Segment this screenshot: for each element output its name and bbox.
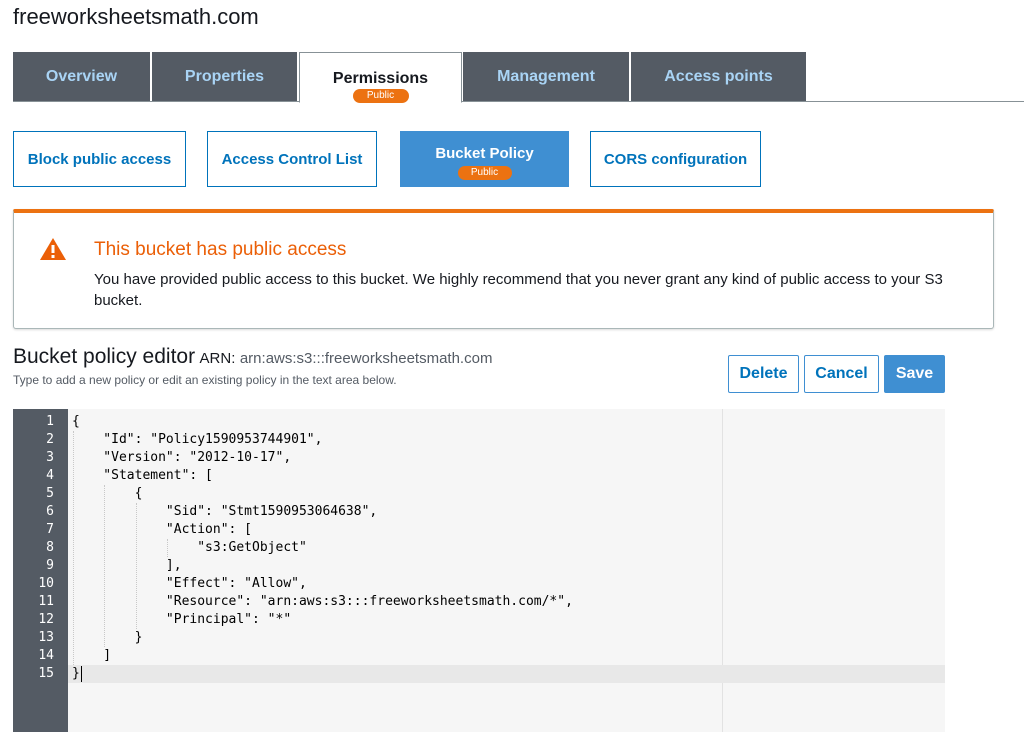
line-number: 9 — [46, 558, 54, 573]
line-number: 10 — [38, 576, 54, 591]
subtab-bucket-policy[interactable]: Bucket Policy Public — [400, 131, 569, 187]
code-line: "Effect": "Allow", — [72, 576, 307, 591]
code-line: "Id": "Policy1590953744901", — [72, 432, 323, 447]
bucket-title: freeworksheetsmath.com — [13, 4, 259, 29]
code-line: "Version": "2012-10-17", — [72, 450, 292, 465]
line-number: 14 — [38, 648, 54, 663]
line-number: 11 — [38, 594, 54, 609]
line-number: 12 — [38, 612, 54, 627]
tab-properties[interactable]: Properties — [152, 52, 297, 101]
subtab-label: CORS configuration — [603, 151, 748, 168]
tab-label: Overview — [45, 68, 118, 85]
subtab-cors-configuration[interactable]: CORS configuration — [590, 131, 761, 187]
public-badge: Public — [457, 166, 512, 180]
public-access-alert: This bucket has public access You have p… — [13, 209, 994, 329]
code-line: "s3:GetObject" — [72, 540, 307, 555]
public-badge: Public — [352, 89, 409, 103]
line-number: 13 — [38, 630, 54, 645]
code-line: { — [72, 486, 143, 501]
tab-access-points[interactable]: Access points — [631, 52, 806, 101]
code-line: ] — [72, 648, 112, 663]
line-number: 4 — [46, 468, 54, 483]
code-line: "Sid": "Stmt1590953064638", — [72, 504, 378, 519]
subtab-label: Block public access — [27, 151, 172, 168]
text-cursor — [80, 666, 82, 682]
code-line: } — [72, 630, 143, 645]
code-line: "Resource": "arn:aws:s3:::freeworksheets… — [72, 594, 573, 609]
code-area[interactable]: { "Id": "Policy1590953744901", "Version"… — [68, 409, 945, 732]
code-line: ], — [72, 558, 182, 573]
save-button[interactable]: Save — [884, 355, 945, 393]
code-line: { — [72, 414, 80, 429]
line-number: 3 — [46, 450, 54, 465]
subtab-label: Bucket Policy — [435, 145, 534, 162]
line-number: 15 — [38, 666, 54, 681]
editor-title: Bucket policy editor — [13, 345, 196, 368]
delete-button[interactable]: Delete — [728, 355, 799, 393]
subtab-label: Access Control List — [221, 151, 363, 168]
tab-label: Permissions — [332, 70, 429, 87]
tab-overview[interactable]: Overview — [13, 52, 150, 101]
line-number: 1 — [46, 414, 54, 429]
subtab-access-control-list[interactable]: Access Control List — [207, 131, 377, 187]
indent-guide — [73, 431, 74, 665]
tab-label: Properties — [184, 68, 265, 85]
code-line: } — [72, 666, 80, 681]
arn-value: arn:aws:s3:::freeworksheetsmath.com — [239, 350, 493, 367]
indent-guide — [104, 485, 106, 647]
subtab-block-public-access[interactable]: Block public access — [13, 131, 186, 187]
active-line-highlight — [68, 665, 945, 683]
tab-label: Access points — [664, 68, 773, 85]
main-tabs: Overview Properties Permissions Public M… — [13, 52, 1024, 103]
cancel-button[interactable]: Cancel — [804, 355, 879, 393]
code-line: "Action": [ — [72, 522, 253, 537]
line-number: 6 — [46, 504, 54, 519]
indent-guide — [135, 503, 137, 629]
arn-label: ARN: — [199, 350, 236, 367]
indent-guide — [166, 539, 168, 557]
alert-title: This bucket has public access — [94, 239, 347, 260]
editor-heading: Bucket policy editor ARN: arn:aws:s3:::f… — [13, 345, 492, 369]
warning-triangle-icon — [40, 238, 66, 260]
line-number: 7 — [46, 522, 54, 537]
line-number: 8 — [46, 540, 54, 555]
editor-help-text: Type to add a new policy or edit an exis… — [13, 373, 397, 387]
line-number: 5 — [46, 486, 54, 501]
print-margin — [722, 409, 723, 732]
tab-permissions[interactable]: Permissions Public — [299, 52, 462, 103]
alert-body: You have provided public access to this … — [94, 271, 943, 309]
line-number-gutter: 1 2 3 4 5 6 7 8 9 10 11 12 13 14 15 — [13, 409, 68, 732]
code-line: "Statement": [ — [72, 468, 213, 483]
tab-management[interactable]: Management — [463, 52, 629, 101]
policy-code-editor[interactable]: 1 2 3 4 5 6 7 8 9 10 11 12 13 14 15 { "Id": "Policy159… — [13, 409, 945, 732]
tab-baseline — [13, 101, 1024, 102]
line-number: 2 — [46, 432, 54, 447]
tab-label: Management — [497, 68, 595, 85]
